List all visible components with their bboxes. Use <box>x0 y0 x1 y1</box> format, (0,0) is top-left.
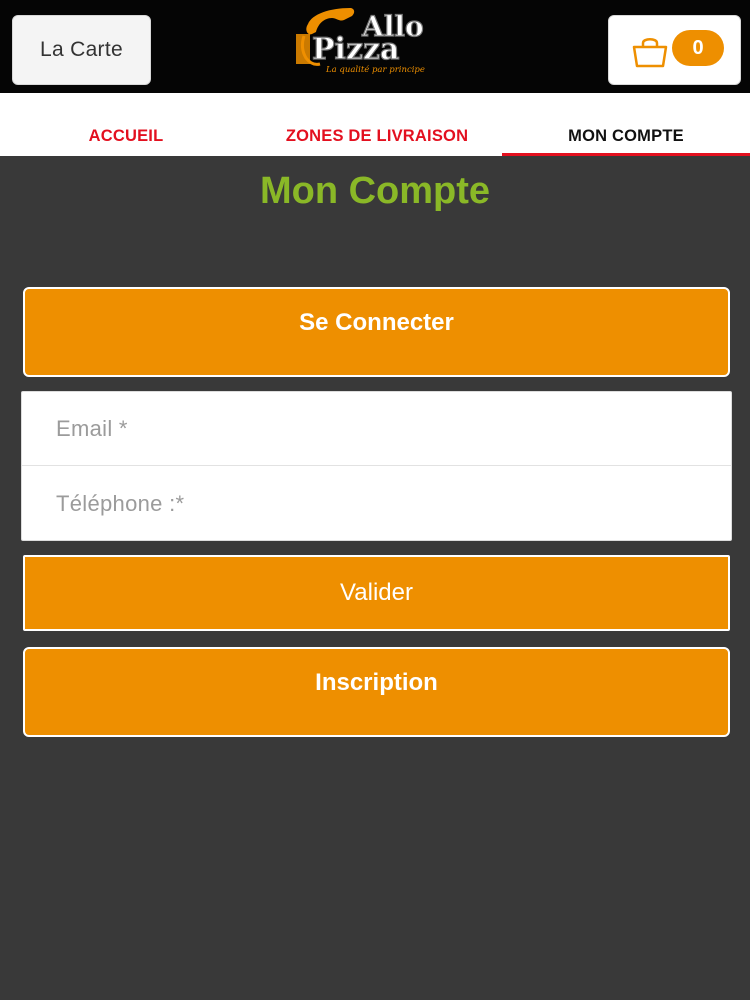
valider-button[interactable]: Valider <box>23 555 730 631</box>
shopping-bag-icon <box>632 38 668 68</box>
main-nav: ACCUEIL ZONES DE LIVRAISON MON COMPTE <box>0 93 750 156</box>
nav-item-accueil[interactable]: ACCUEIL <box>0 93 252 156</box>
account-panel: Mon Compte Se Connecter Email * Téléphon… <box>0 156 750 1000</box>
cart-count-badge: 0 <box>672 30 724 66</box>
logo-tagline: La qualité par principe <box>325 64 425 75</box>
se-connecter-button[interactable]: Se Connecter <box>23 287 730 377</box>
page-title: Mon Compte <box>259 170 491 212</box>
nav-item-mon-compte[interactable]: MON COMPTE <box>502 93 750 156</box>
phone-field[interactable]: Téléphone :* <box>22 467 731 541</box>
allo-pizza-logo[interactable]: Allo Pizza La qualité par principe <box>290 4 465 84</box>
logo-graphic: Allo Pizza La qualité par principe <box>296 8 425 75</box>
logo-line2: Pizza <box>312 32 399 67</box>
la-carte-button[interactable]: La Carte <box>12 15 151 85</box>
nav-item-zones-de-livraison[interactable]: ZONES DE LIVRAISON <box>252 93 502 156</box>
cart-button[interactable]: 0 <box>608 15 741 85</box>
email-field[interactable]: Email * <box>22 392 731 466</box>
top-bar: La Carte Allo Pizza La qualité par princ… <box>0 0 750 93</box>
inscription-button[interactable]: Inscription <box>23 647 730 737</box>
login-form: Email * Téléphone :* <box>21 391 732 541</box>
